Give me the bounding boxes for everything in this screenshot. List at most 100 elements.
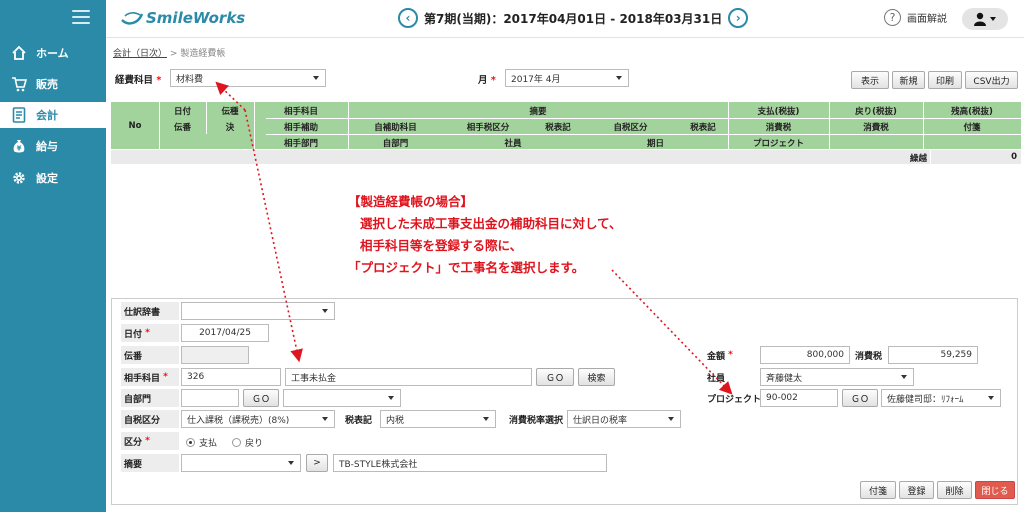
chevron-down-icon (901, 375, 907, 379)
sidebar: ホーム 販売 会計 ¥ 給与 設定 (0, 0, 106, 512)
col-counter-dept: 相手部門 (283, 139, 318, 149)
col-summary: 摘要 (529, 107, 547, 117)
sidebar-item-label: 販売 (36, 78, 58, 91)
smile-logo-icon (121, 12, 144, 25)
division-pay-radio[interactable]: 支払 (186, 436, 217, 449)
sidebar-item-label: 会計 (36, 109, 58, 122)
date-label: 日付 * (121, 324, 179, 342)
search-button[interactable]: 検索 (578, 368, 615, 386)
col-slip: 伝番 (173, 123, 191, 133)
tax-rate-label: 消費税率選択 (509, 415, 564, 426)
cart-icon (10, 75, 28, 93)
sidebar-item-home[interactable]: ホーム (0, 40, 106, 66)
col-tax-note1: 税表記 (545, 123, 571, 133)
tax-class-select[interactable]: 仕入課税（課税売）(8%) (181, 410, 335, 428)
col-ctax2: 消費税 (863, 123, 889, 133)
tax-rate-select[interactable]: 仕訳日の税率 (567, 410, 681, 428)
col-counter-sub: 相手補助 (283, 123, 318, 133)
col-tax-note2: 税表記 (690, 123, 716, 133)
memo-button[interactable]: 付箋 (860, 481, 896, 499)
breadcrumb-parent-link[interactable]: 会計（日次） (113, 49, 167, 59)
project-go-button[interactable]: ＧＯ (842, 389, 878, 407)
dictionary-select[interactable] (181, 302, 335, 320)
counter-account-label: 相手科目 * (121, 368, 179, 386)
show-button[interactable]: 表示 (851, 71, 889, 89)
counter-account-name-input[interactable]: 工事未払金 (285, 368, 532, 386)
month-filter-label: 月 * (478, 75, 496, 86)
question-icon: ? (884, 9, 901, 26)
col-kind2: 決 (225, 123, 235, 133)
col-project: プロジェクト (752, 139, 804, 149)
counter-account-go-button[interactable]: ＧＯ (536, 368, 574, 386)
carry-over-row: 繰越 0 (111, 150, 1021, 164)
hamburger-menu-icon[interactable] (72, 10, 90, 24)
sidebar-item-label: 給与 (36, 140, 58, 153)
self-dept-go-button[interactable]: ＧＯ (243, 389, 279, 407)
print-button[interactable]: 印刷 (928, 71, 962, 89)
period-selector: ‹ 第7期(当期)：2017年04月01日 - 2018年03月31日 › (398, 7, 749, 29)
self-dept-code-input[interactable] (181, 389, 239, 407)
dictionary-label: 仕訳辞書 (121, 302, 179, 320)
sidebar-item-sales[interactable]: 販売 (0, 71, 106, 97)
account-select[interactable]: 材料費 (170, 69, 326, 87)
col-counter-tax-class: 相手税区分 (466, 123, 510, 133)
home-icon (10, 44, 28, 62)
register-button[interactable]: 登録 (899, 481, 934, 499)
period-label: 第7期(当期)：2017年04月01日 - 2018年03月31日 (424, 11, 723, 26)
tax-class-label: 自税区分 (121, 410, 179, 428)
next-period-button[interactable]: › (728, 8, 749, 28)
sidebar-item-payroll[interactable]: ¥ 給与 (0, 133, 106, 159)
close-button[interactable]: 閉じる (975, 481, 1015, 499)
month-select[interactable]: 2017年 4月 (505, 69, 629, 87)
ledger-icon (10, 106, 28, 124)
col-self-sub: 自補助科目 (374, 123, 417, 133)
new-button[interactable]: 新規 (892, 71, 925, 89)
radio-off-icon (232, 438, 241, 447)
user-menu-button[interactable] (962, 8, 1008, 30)
chevron-down-icon (288, 461, 294, 465)
col-ctax1: 消費税 (765, 123, 792, 133)
chevron-down-icon (313, 76, 319, 80)
col-refund: 戻り(税抜) (855, 107, 897, 117)
employee-label: 社員 (707, 373, 726, 384)
col-employee: 社員 (504, 139, 522, 149)
csv-export-button[interactable]: CSV出力 (965, 71, 1018, 89)
app-logo: SmileWorks (120, 7, 245, 29)
col-no: No (128, 121, 142, 131)
employee-select[interactable]: 斉藤健太 (760, 368, 914, 386)
slip-input (181, 346, 249, 364)
amount-input[interactable]: 800,000 (760, 346, 850, 364)
date-input[interactable]: 2017/04/25 (181, 324, 269, 342)
project-code-input[interactable]: 90-002 (760, 389, 838, 407)
sidebar-item-settings[interactable]: 設定 (0, 165, 106, 191)
tax-note-label: 税表記 (345, 415, 373, 426)
delete-button[interactable]: 削除 (937, 481, 972, 499)
division-return-radio[interactable]: 戻り (232, 436, 263, 449)
chevron-down-icon (616, 76, 622, 80)
ctax-input[interactable]: 59,259 (888, 346, 978, 364)
tax-note-select[interactable]: 内税 (380, 410, 496, 428)
breadcrumb: 会計（日次） > 製造経費帳 (113, 49, 226, 59)
prev-period-button[interactable]: ‹ (398, 8, 418, 28)
chevron-down-icon (322, 417, 328, 421)
col-kind: 伝種 (221, 107, 239, 117)
chevron-down-icon (668, 417, 674, 421)
col-memo: 付箋 (963, 123, 981, 133)
col-due: 期日 (646, 139, 664, 149)
counter-account-code-input[interactable]: 326 (181, 368, 281, 386)
project-select[interactable]: 佐藤健司邸：ﾘﾌｫｰﾑ (881, 389, 1001, 407)
col-payment: 支払(税抜) (757, 107, 800, 117)
summary-select[interactable] (181, 454, 301, 472)
user-icon (974, 12, 996, 26)
col-balance: 残高(税抜) (951, 107, 993, 117)
sidebar-item-accounting[interactable]: 会計 (0, 102, 106, 128)
carry-label: 繰越 (909, 154, 927, 164)
slip-label: 伝番 (121, 346, 179, 364)
self-dept-select[interactable] (283, 389, 401, 407)
col-counter-account: 相手科目 (283, 107, 318, 117)
summary-insert-button[interactable]: > (306, 454, 328, 472)
gear-icon (10, 169, 28, 187)
division-label: 区分 * (121, 432, 179, 450)
summary-input[interactable]: TB-STYLE株式会社 (333, 454, 607, 472)
help-link[interactable]: ? 画面解説 (884, 9, 947, 26)
